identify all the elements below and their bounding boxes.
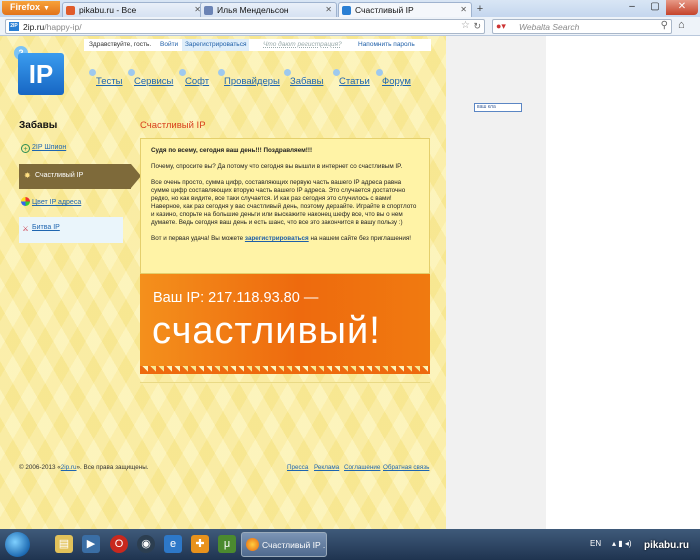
- page-title: Счастливый IP: [140, 120, 206, 131]
- start-button[interactable]: [5, 532, 30, 557]
- paragraph-3: Вот и первая удача! Вы можете зарегистри…: [151, 235, 412, 242]
- footer-link-feedback[interactable]: Обратная связь: [383, 464, 429, 471]
- footer-copyright: © 2006-2013 «2ip.ru». Все права защищены…: [19, 464, 149, 471]
- url-text: 2ip.ru/happy-ip/: [23, 22, 82, 32]
- task-label: Счастливый IP ...: [262, 540, 327, 550]
- media-icon[interactable]: ▶: [82, 535, 100, 553]
- opera-icon[interactable]: O: [110, 535, 128, 553]
- sidebar-item-label: Счастливый IP: [35, 172, 84, 179]
- nav-services[interactable]: Сервисы: [134, 76, 173, 87]
- site-identity-icon: 2IP: [9, 22, 19, 31]
- footer-link-press[interactable]: Пресса: [287, 464, 308, 471]
- 2ip-favicon-icon: [342, 6, 351, 15]
- ip-address-line: Ваш IP: 217.118.93.80 —: [153, 290, 319, 306]
- nav-software[interactable]: Софт: [185, 76, 209, 87]
- nav-forum[interactable]: Форум: [382, 76, 411, 87]
- tab-title: Илья Мендельсон: [217, 5, 289, 15]
- new-tab-button[interactable]: +: [473, 3, 487, 16]
- paragraph-1: Почему, спросите вы? Да потому что сегод…: [151, 163, 403, 170]
- message-box: Судя по всему, сегодня ваш день!!! Поздр…: [140, 138, 430, 274]
- battle-icon: ⚔: [22, 226, 29, 233]
- sidebar-item-label: Цвет IP адреса: [32, 199, 82, 206]
- footer-link-ads[interactable]: Реклама: [314, 464, 339, 471]
- tab-mendelson[interactable]: Илья Мендельсон ✕: [200, 2, 337, 17]
- sidebar-item-label: 2IP Шпион: [32, 144, 67, 151]
- register-hint-link[interactable]: Что дают регистрация?: [263, 41, 342, 48]
- pikabu-favicon-icon: [66, 6, 75, 15]
- spy-icon: +: [21, 144, 30, 153]
- reload-icon[interactable]: ↻: [473, 21, 481, 32]
- footer-link-agreement[interactable]: Соглашение: [344, 464, 380, 471]
- nav-tests[interactable]: Тесты: [96, 76, 122, 87]
- language-indicator[interactable]: EN: [590, 539, 601, 548]
- firefox-icon: [246, 538, 259, 551]
- address-bar[interactable]: 2IP 2ip.ru/happy-ip/ ☆ ↻: [5, 19, 485, 34]
- nav-dot: [333, 69, 340, 76]
- nav-dot: [284, 69, 291, 76]
- explorer-icon[interactable]: ▤: [55, 535, 73, 553]
- paragraph-2: Все очень просто, сумма цифр, составляющ…: [151, 179, 417, 226]
- page-viewport: 2 IP Здравствуйте, гость. Войти Зарегист…: [0, 36, 700, 529]
- color-wheel-icon: [21, 197, 30, 206]
- search-engine-icon[interactable]: ●▾: [496, 21, 507, 32]
- nav-dot: [89, 69, 96, 76]
- user-topbar: Здравствуйте, гость. Войти Зарегистриров…: [84, 39, 431, 51]
- nav-dot: [218, 69, 225, 76]
- browser-navbar: 2IP 2ip.ru/happy-ip/ ☆ ↻ ●▾ Webalta Sear…: [0, 17, 700, 36]
- register-link[interactable]: Зарегистрироваться: [182, 39, 250, 51]
- nav-dot: [128, 69, 135, 76]
- taskbar-firefox-task[interactable]: Счастливый IP ...: [241, 532, 327, 557]
- site-2ip: 2 IP Здравствуйте, гость. Войти Зарегист…: [0, 36, 446, 529]
- tab-title: pikabu.ru - Все: [79, 5, 137, 15]
- page-blank-area: [546, 36, 700, 529]
- ad-banner[interactable]: ваш кла: [474, 103, 522, 112]
- sidebar-item-happy-ip[interactable]: ✸ Счастливый IP: [19, 164, 141, 189]
- tab-pikabu[interactable]: pikabu.ru - Все ✕: [62, 2, 206, 17]
- search-placeholder: Webalta Search: [519, 22, 580, 32]
- sidebar-item-spy[interactable]: +2IP Шпион: [21, 144, 66, 153]
- lucky-text: счастливый!: [152, 310, 381, 352]
- browser-titlebar: Firefox ▼ pikabu.ru - Все ✕ Илья Мендельс…: [0, 0, 700, 17]
- tab-happy-ip[interactable]: Счастливый IP ✕: [338, 2, 472, 17]
- ie-icon[interactable]: e: [164, 535, 182, 553]
- lucky-ip-banner: Ваш IP: 217.118.93.80 — счастливый!: [140, 274, 430, 366]
- minimize-button[interactable]: –: [620, 0, 644, 15]
- site-logo[interactable]: IP: [18, 53, 64, 95]
- vk-favicon-icon: [204, 6, 213, 15]
- nav-dot: [179, 69, 186, 76]
- bookmark-star-icon[interactable]: ☆: [461, 20, 470, 31]
- search-box[interactable]: ●▾ Webalta Search ⚲: [492, 19, 672, 34]
- windows-taskbar: ▤ ▶ O ◉ e ✚ μ Счастливый IP ... EN ▴ ▮ ◂…: [0, 529, 700, 560]
- banner-zigzag-edge: [140, 366, 430, 374]
- nav-articles[interactable]: Статьи: [339, 76, 370, 87]
- home-icon[interactable]: ⌂: [678, 19, 685, 31]
- tray-icons[interactable]: ▴ ▮ ◂): [612, 539, 632, 548]
- sidebar-item-ip-color[interactable]: Цвет IP адреса: [21, 197, 81, 206]
- close-tab-icon[interactable]: ✕: [460, 5, 467, 14]
- sun-icon: ✸: [24, 171, 31, 180]
- register-inline-link[interactable]: зарегистрироваться: [245, 235, 309, 242]
- login-link[interactable]: Войти: [160, 41, 178, 48]
- app-icon[interactable]: ✚: [191, 535, 209, 553]
- nav-fun[interactable]: Забавы: [290, 76, 323, 87]
- nav-providers[interactable]: Провайдеры: [224, 76, 280, 87]
- close-tab-icon[interactable]: ✕: [325, 5, 332, 14]
- sidebar-item-battle[interactable]: ⚔ Битва IP: [21, 224, 60, 234]
- torrent-icon[interactable]: μ: [218, 535, 236, 553]
- sidebar-item-label: Битва IP: [32, 224, 60, 231]
- nav-dot: [376, 69, 383, 76]
- footer-site-link[interactable]: 2ip.ru: [61, 464, 77, 471]
- headline: Судя по всему, сегодня ваш день!!! Поздр…: [151, 147, 313, 154]
- tab-title: Счастливый IP: [355, 5, 414, 15]
- greeting-text: Здравствуйте, гость.: [89, 41, 152, 48]
- player-icon[interactable]: ◉: [137, 535, 155, 553]
- maximize-button[interactable]: ▢: [644, 0, 666, 15]
- search-icon[interactable]: ⚲: [661, 20, 668, 31]
- watermark: pikabu.ru: [644, 540, 690, 551]
- close-window-button[interactable]: ✕: [666, 0, 698, 15]
- forgot-password-link[interactable]: Напомнить пароль: [358, 41, 415, 48]
- sidebar-title: Забавы: [19, 120, 58, 131]
- firefox-menu-button[interactable]: Firefox ▼: [2, 1, 60, 15]
- divider: [140, 382, 430, 383]
